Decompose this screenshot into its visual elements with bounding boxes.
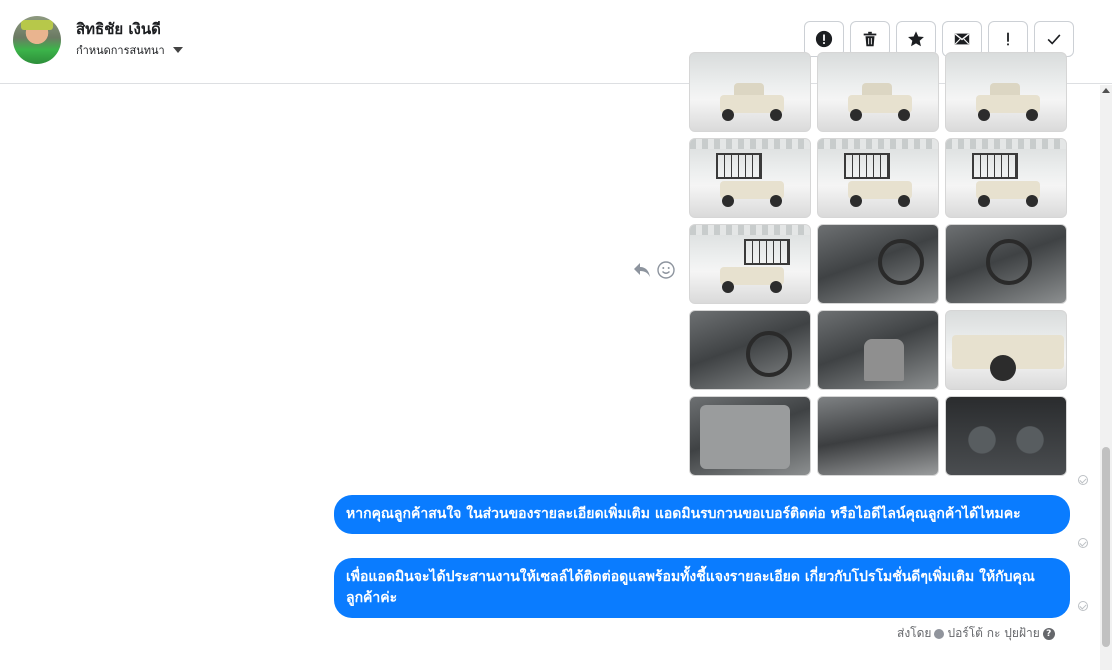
image-attachment-grid xyxy=(689,52,1069,476)
delivered-check-icon xyxy=(1078,601,1088,611)
sender-name: ปอร์โต้ กะ ปุยฝ้าย xyxy=(947,626,1040,640)
help-icon[interactable]: ? xyxy=(1042,627,1055,640)
photo-interior-seat[interactable] xyxy=(817,310,939,390)
scrollbar-thumb[interactable] xyxy=(1102,447,1110,647)
star-icon xyxy=(908,31,924,47)
message-bubble[interactable]: หากคุณลูกค้าสนใจ ในส่วนของรายละเอียดเพิ่… xyxy=(334,495,1070,534)
conversation-settings-dropdown[interactable]: กำหนดการสนทนา xyxy=(76,41,183,59)
delivered-check-icon xyxy=(1078,475,1088,485)
contact-name[interactable]: สิทธิชัย เงินดี xyxy=(76,17,161,41)
photo-interior-gear[interactable] xyxy=(817,224,939,304)
message-bubble[interactable]: เพื่อแอดมินจะได้ประสานงานให้เซลล์ได้ติดต… xyxy=(334,558,1070,618)
photo-car-front[interactable] xyxy=(945,52,1067,132)
photo-truck-rack-rear[interactable] xyxy=(817,138,939,218)
chevron-down-icon xyxy=(172,47,183,53)
photo-door-panel[interactable] xyxy=(689,396,811,476)
emoji-reaction-icon[interactable] xyxy=(657,261,675,279)
photo-interior-dash[interactable] xyxy=(945,224,1067,304)
exclamation-icon xyxy=(1007,32,1009,46)
delivered-check-icon xyxy=(1078,538,1088,548)
avatar[interactable] xyxy=(13,16,61,64)
photo-car-front[interactable] xyxy=(817,52,939,132)
photo-truck-rack-rear[interactable] xyxy=(689,138,811,218)
verified-icon xyxy=(934,628,945,639)
trash-icon xyxy=(863,31,877,47)
photo-engine-bay[interactable] xyxy=(817,396,939,476)
reply-icon[interactable] xyxy=(632,261,652,279)
photo-car-front[interactable] xyxy=(689,52,811,132)
check-icon xyxy=(1047,34,1061,45)
scroll-up-arrow-icon[interactable] xyxy=(1102,88,1110,93)
conversation-settings-label: กำหนดการสนทนา xyxy=(76,44,165,57)
alert-circle-icon xyxy=(815,30,833,48)
envelope-icon xyxy=(954,33,970,45)
sent-by-label: ส่งโดย xyxy=(897,626,932,640)
scrollbar[interactable] xyxy=(1100,85,1112,670)
photo-instrument-gauges[interactable] xyxy=(945,396,1067,476)
photo-interior-dash[interactable] xyxy=(689,310,811,390)
photo-car-front-wheel[interactable] xyxy=(945,310,1067,390)
photo-truck-rack-side[interactable] xyxy=(689,224,811,304)
sent-by-info: ส่งโดย ปอร์โต้ กะ ปุยฝ้าย ? xyxy=(897,624,1055,643)
message-text: เพื่อแอดมินจะได้ประสานงานให้เซลล์ได้ติดต… xyxy=(346,569,1035,606)
message-text: หากคุณลูกค้าสนใจ ในส่วนของรายละเอียดเพิ่… xyxy=(346,506,1021,522)
photo-truck-rack-side[interactable] xyxy=(945,138,1067,218)
